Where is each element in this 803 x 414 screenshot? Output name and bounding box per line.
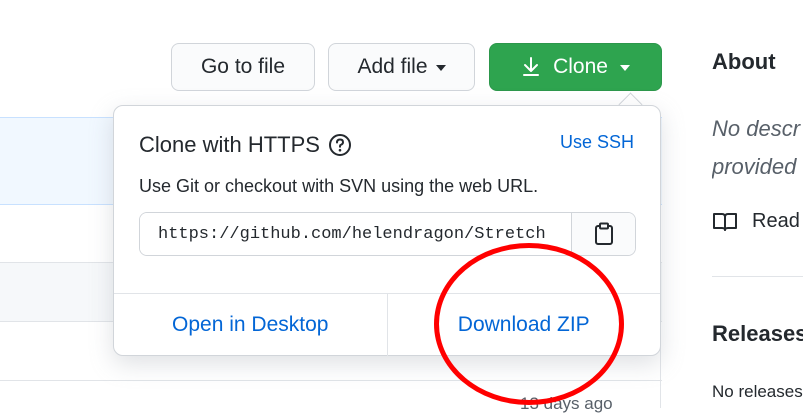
add-file-label: Add file — [357, 55, 428, 78]
go-to-file-button[interactable]: Go to file — [171, 43, 315, 91]
releases-heading: Releases — [712, 321, 803, 346]
annotation-circle — [434, 243, 624, 405]
clone-title-text: Clone with HTTPS — [139, 132, 320, 157]
about-desc-line: No descr — [712, 116, 801, 141]
book-icon — [713, 212, 737, 231]
copy-url-button[interactable] — [571, 213, 635, 255]
about-heading: About — [712, 49, 776, 74]
no-releases-text: No releases — [712, 382, 803, 401]
download-icon — [523, 57, 540, 76]
clone-popover-title: Clone with HTTPS — [139, 132, 352, 158]
caret-down-icon — [435, 65, 446, 71]
sidebar-divider — [712, 276, 803, 277]
clone-button[interactable]: Clone — [489, 43, 662, 91]
open-in-desktop-button[interactable]: Open in Desktop — [114, 294, 387, 356]
clipboard-icon — [594, 222, 613, 245]
question-icon[interactable] — [328, 133, 352, 157]
readme-link[interactable]: Read — [712, 210, 800, 233]
add-file-button[interactable]: Add file — [328, 43, 475, 91]
clone-description: Use Git or checkout with SVN using the w… — [139, 176, 539, 196]
readme-label: Read — [752, 210, 800, 232]
about-description: No descr provided — [712, 110, 803, 186]
caret-down-icon — [619, 65, 630, 71]
about-desc-line: provided — [712, 154, 797, 179]
use-ssh-link[interactable]: Use SSH — [560, 132, 634, 153]
go-to-file-label: Go to file — [200, 55, 286, 78]
clone-label: Clone — [553, 55, 608, 78]
